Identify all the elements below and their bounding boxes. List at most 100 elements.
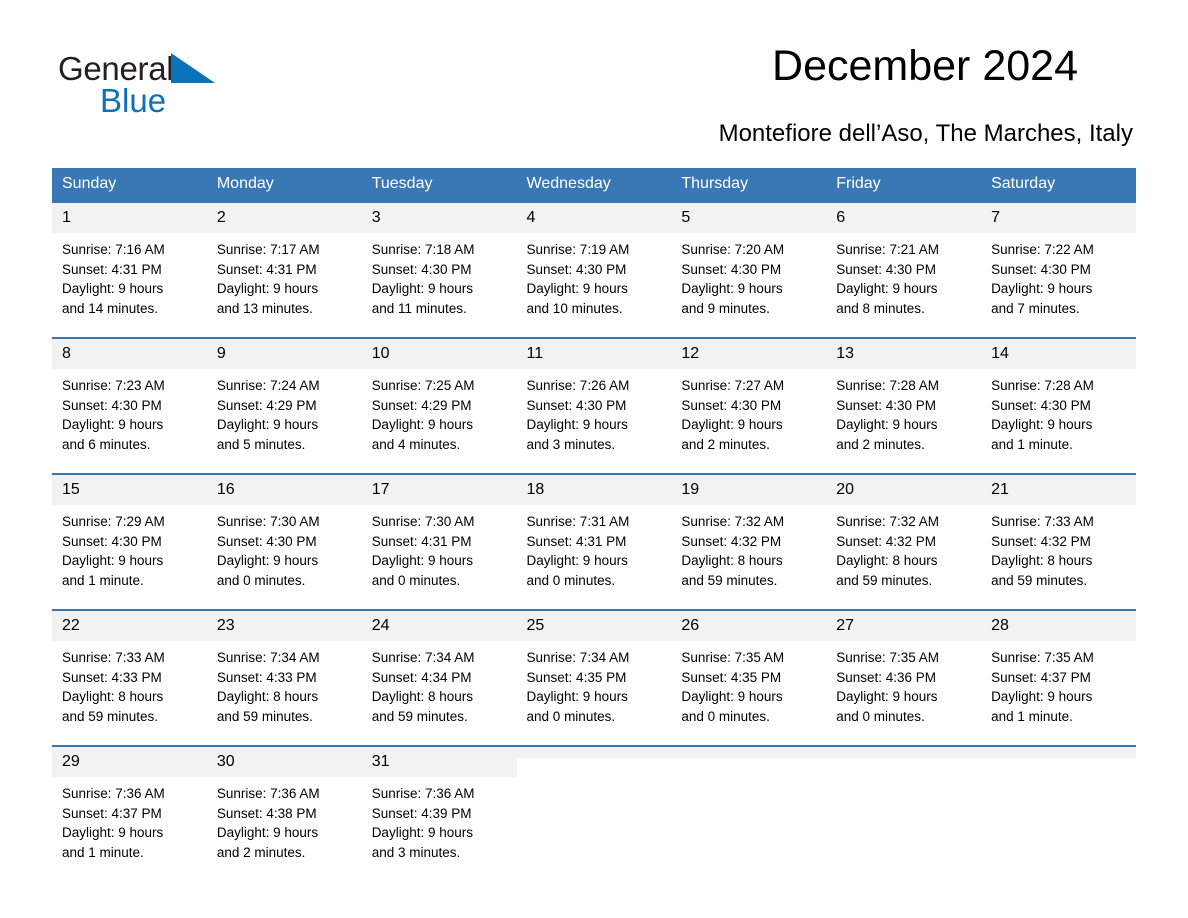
daylight-text-line2: and 9 minutes. — [681, 301, 770, 317]
day-info: Sunrise: 7:28 AM Sunset: 4:30 PM Daylight:… — [981, 369, 1136, 455]
day-cell[interactable]: 16 Sunrise: 7:30 AM Sunset: 4:30 PM Dayligh… — [206, 473, 362, 610]
daylight-text-line1: Daylight: 9 hours — [216, 281, 319, 297]
daylight-text-line1: Daylight: 9 hours — [216, 417, 319, 433]
daylight-text-line2: and 59 minutes. — [62, 709, 159, 725]
sunrise-text: Sunrise: 7:31 AM — [526, 514, 630, 529]
day-cell[interactable]: 2 Sunrise: 7:17 AM Sunset: 4:31 PM Daylight… — [206, 201, 362, 338]
daylight-text-line1: Daylight: 9 hours — [371, 281, 473, 297]
sunset-text: Sunset: 4:35 PM — [526, 669, 627, 685]
day-number: 21 — [981, 475, 1136, 505]
day-number — [981, 747, 1136, 758]
day-cell[interactable]: 24 Sunrise: 7:34 AM Sunset: 4:34 PM Dayligh… — [361, 609, 517, 746]
sunrise-text: Sunrise: 7:28 AM — [991, 378, 1094, 393]
day-number: 3 — [361, 203, 517, 233]
day-cell[interactable]: 1 Sunrise: 7:16 AM Sunset: 4:31 PM Daylight… — [52, 201, 207, 338]
day-cell-empty — [671, 745, 827, 867]
sunset-text: Sunset: 4:30 PM — [836, 261, 937, 277]
day-cell[interactable]: 18 Sunrise: 7:31 AM Sunset: 4:31 PM Dayligh… — [516, 473, 672, 610]
day-number: 25 — [516, 611, 672, 641]
sunrise-text: Sunrise: 7:17 AM — [216, 242, 320, 257]
day-cell[interactable]: 14 Sunrise: 7:28 AM Sunset: 4:30 PM Dayligh… — [981, 337, 1136, 474]
day-cell[interactable]: 19 Sunrise: 7:32 AM Sunset: 4:32 PM Dayligh… — [671, 473, 827, 610]
day-cell[interactable]: 8 Sunrise: 7:23 AM Sunset: 4:30 PM Daylight… — [52, 337, 207, 474]
day-number — [516, 747, 672, 758]
sunrise-text: Sunrise: 7:30 AM — [371, 514, 475, 529]
day-number: 23 — [206, 611, 362, 641]
calendar-page: General Blue December 2024 Montefiore de… — [0, 0, 1188, 918]
day-cell[interactable]: 13 Sunrise: 7:28 AM Sunset: 4:30 PM Dayligh… — [826, 337, 982, 474]
sunrise-text: Sunrise: 7:27 AM — [681, 378, 785, 393]
sunrise-text: Sunrise: 7:26 AM — [526, 378, 630, 393]
day-cell[interactable]: 28 Sunrise: 7:35 AM Sunset: 4:37 PM Dayligh… — [981, 609, 1136, 746]
daylight-text-line2: and 59 minutes. — [991, 573, 1088, 589]
daylight-text-line1: Daylight: 9 hours — [62, 553, 164, 569]
day-number: 17 — [361, 475, 517, 505]
day-cell[interactable]: 30 Sunrise: 7:36 AM Sunset: 4:38 PM Dayligh… — [206, 745, 362, 867]
daylight-text-line1: Daylight: 9 hours — [371, 417, 473, 433]
day-number: 18 — [516, 475, 672, 505]
daylight-text-line1: Daylight: 9 hours — [836, 417, 938, 433]
daylight-text-line1: Daylight: 9 hours — [991, 417, 1093, 433]
day-number — [826, 747, 982, 758]
daylight-text-line1: Daylight: 9 hours — [371, 553, 473, 569]
daylight-text-line2: and 59 minutes. — [216, 709, 313, 725]
sunrise-text: Sunrise: 7:35 AM — [991, 650, 1094, 665]
day-cell[interactable]: 10 Sunrise: 7:25 AM Sunset: 4:29 PM Dayligh… — [361, 337, 517, 474]
sunset-text: Sunset: 4:30 PM — [991, 397, 1091, 413]
day-cell[interactable]: 29 Sunrise: 7:36 AM Sunset: 4:37 PM Dayligh… — [52, 745, 207, 867]
day-cell[interactable]: 9 Sunrise: 7:24 AM Sunset: 4:29 PM Daylight… — [206, 337, 362, 474]
weekday-header-tuesday: Tuesday — [361, 168, 517, 202]
daylight-text-line2: and 1 minute. — [62, 573, 144, 589]
day-info: Sunrise: 7:36 AM Sunset: 4:38 PM Daylight:… — [207, 777, 362, 863]
sunset-text: Sunset: 4:30 PM — [216, 533, 317, 549]
daylight-text-line1: Daylight: 9 hours — [62, 417, 164, 433]
day-info: Sunrise: 7:32 AM Sunset: 4:32 PM Daylight:… — [671, 505, 826, 591]
day-cell[interactable]: 27 Sunrise: 7:35 AM Sunset: 4:36 PM Dayligh… — [826, 609, 982, 746]
day-info: Sunrise: 7:30 AM Sunset: 4:30 PM Daylight:… — [207, 505, 362, 591]
sunset-text: Sunset: 4:38 PM — [216, 805, 317, 821]
daylight-text-line1: Daylight: 9 hours — [62, 281, 164, 297]
sunrise-text: Sunrise: 7:36 AM — [62, 786, 165, 801]
month-calendar-table: Sunday Monday Tuesday Wednesday Thursday… — [52, 168, 1136, 867]
sunset-text: Sunset: 4:30 PM — [526, 261, 627, 277]
day-number: 16 — [206, 475, 362, 505]
daylight-text-line1: Daylight: 8 hours — [836, 553, 938, 569]
day-cell[interactable]: 20 Sunrise: 7:32 AM Sunset: 4:32 PM Dayligh… — [826, 473, 982, 610]
day-cell[interactable]: 22 Sunrise: 7:33 AM Sunset: 4:33 PM Dayligh… — [52, 609, 207, 746]
day-number: 29 — [52, 747, 207, 777]
day-cell[interactable]: 17 Sunrise: 7:30 AM Sunset: 4:31 PM Dayligh… — [361, 473, 517, 610]
day-cell[interactable]: 23 Sunrise: 7:34 AM Sunset: 4:33 PM Dayligh… — [206, 609, 362, 746]
day-number: 6 — [826, 203, 982, 233]
daylight-text-line1: Daylight: 9 hours — [836, 281, 938, 297]
daylight-text-line2: and 59 minutes. — [836, 573, 933, 589]
day-info: Sunrise: 7:32 AM Sunset: 4:32 PM Daylight:… — [826, 505, 981, 591]
day-cell[interactable]: 26 Sunrise: 7:35 AM Sunset: 4:35 PM Dayligh… — [671, 609, 827, 746]
day-cell[interactable]: 7 Sunrise: 7:22 AM Sunset: 4:30 PM Daylight… — [981, 201, 1136, 338]
sunrise-text: Sunrise: 7:33 AM — [62, 650, 165, 665]
daylight-text-line1: Daylight: 9 hours — [62, 825, 164, 841]
daylight-text-line2: and 14 minutes. — [62, 301, 159, 317]
sunrise-text: Sunrise: 7:29 AM — [62, 514, 165, 529]
brand-logo[interactable]: General Blue — [58, 52, 288, 124]
day-cell[interactable]: 15 Sunrise: 7:29 AM Sunset: 4:30 PM Dayligh… — [52, 473, 207, 610]
sunrise-text: Sunrise: 7:34 AM — [216, 650, 320, 665]
day-info: Sunrise: 7:35 AM Sunset: 4:35 PM Daylight:… — [671, 641, 826, 727]
day-info: Sunrise: 7:16 AM Sunset: 4:31 PM Daylight:… — [52, 233, 207, 319]
day-cell[interactable]: 31 Sunrise: 7:36 AM Sunset: 4:39 PM Dayligh… — [361, 745, 517, 867]
weekday-header-thursday: Thursday — [671, 168, 827, 202]
day-cell[interactable]: 6 Sunrise: 7:21 AM Sunset: 4:30 PM Daylight… — [826, 201, 982, 338]
day-cell[interactable]: 4 Sunrise: 7:19 AM Sunset: 4:30 PM Daylight… — [516, 201, 672, 338]
day-cell[interactable]: 25 Sunrise: 7:34 AM Sunset: 4:35 PM Dayligh… — [516, 609, 672, 746]
day-cell[interactable]: 5 Sunrise: 7:20 AM Sunset: 4:30 PM Daylight… — [671, 201, 827, 338]
day-number: 19 — [671, 475, 827, 505]
day-cell[interactable]: 3 Sunrise: 7:18 AM Sunset: 4:30 PM Daylight… — [361, 201, 517, 338]
day-cell[interactable]: 11 Sunrise: 7:26 AM Sunset: 4:30 PM Dayligh… — [516, 337, 672, 474]
day-number: 26 — [671, 611, 827, 641]
daylight-text-line2: and 8 minutes. — [836, 301, 925, 317]
daylight-text-line2: and 1 minute. — [991, 709, 1073, 725]
day-number: 11 — [516, 339, 672, 369]
day-cell[interactable]: 12 Sunrise: 7:27 AM Sunset: 4:30 PM Dayligh… — [671, 337, 827, 474]
day-cell[interactable]: 21 Sunrise: 7:33 AM Sunset: 4:32 PM Dayligh… — [981, 473, 1136, 610]
sunrise-text: Sunrise: 7:35 AM — [681, 650, 785, 665]
sunrise-text: Sunrise: 7:32 AM — [681, 514, 785, 529]
